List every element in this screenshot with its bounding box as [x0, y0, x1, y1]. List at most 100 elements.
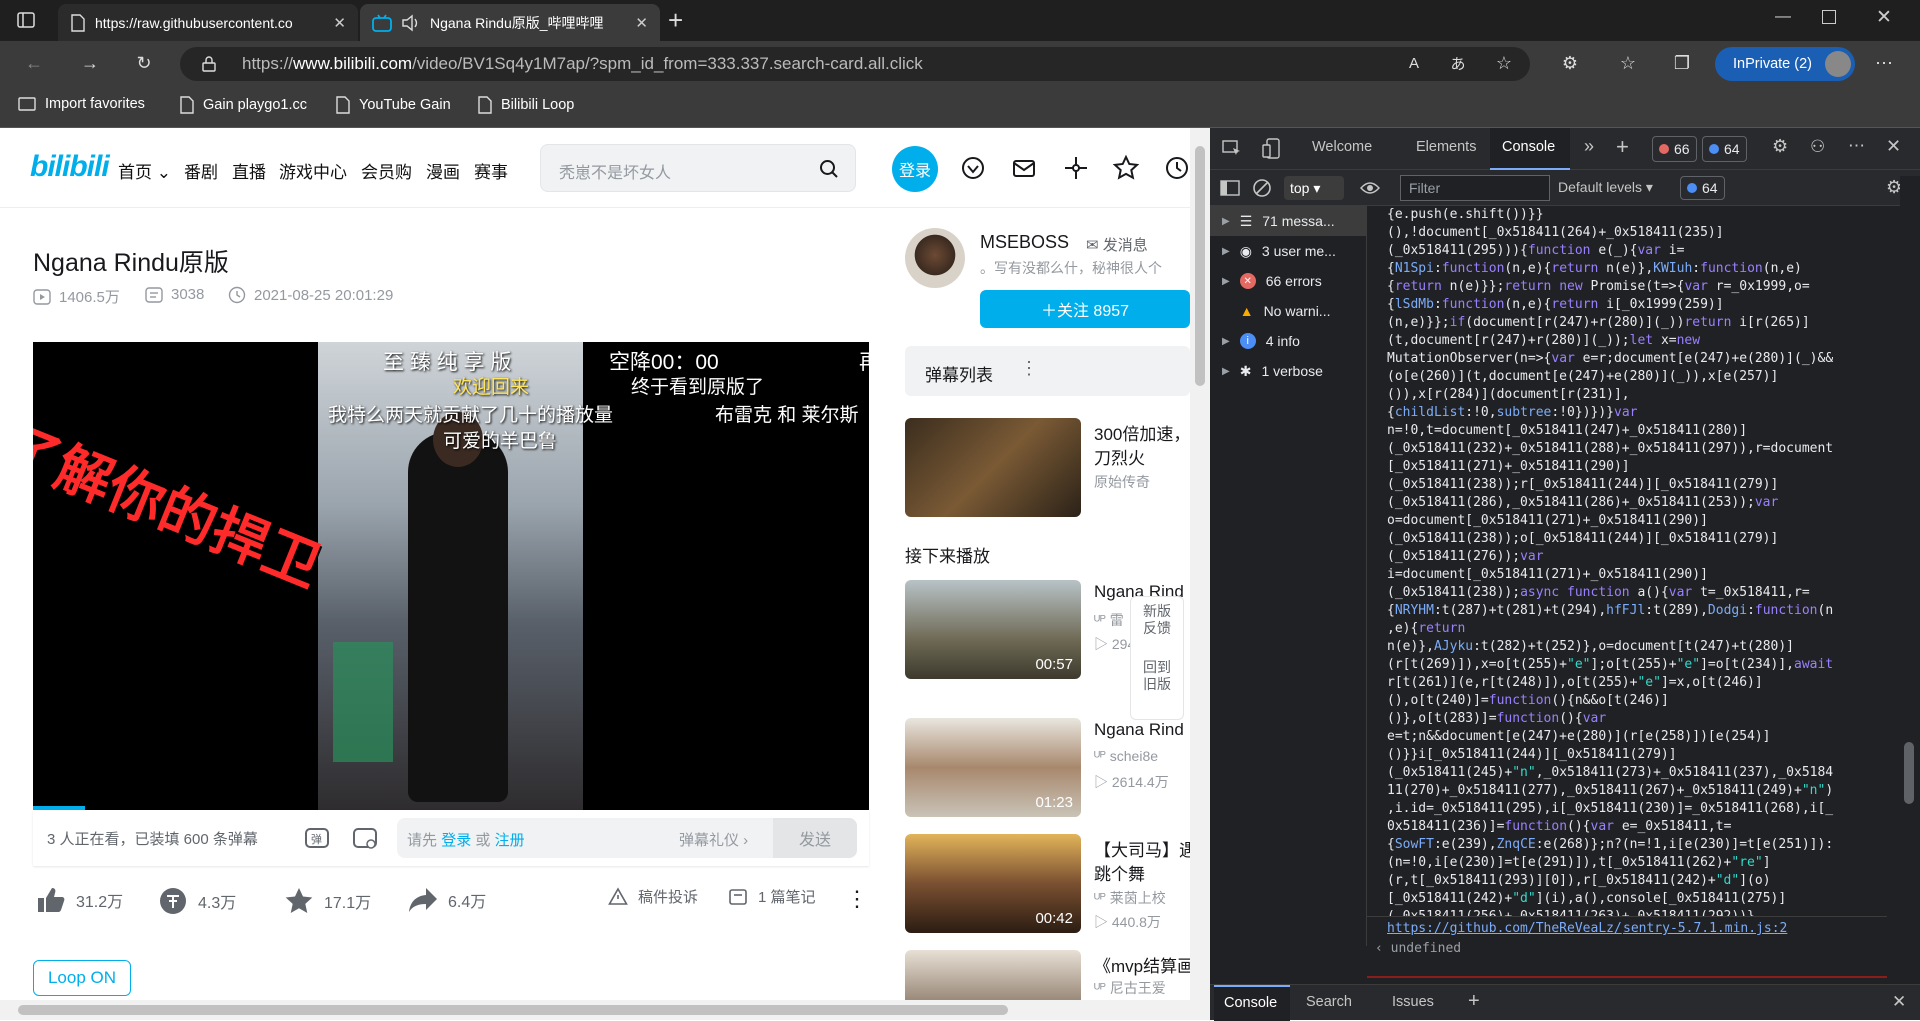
add-drawer-tab-icon[interactable]: + [1468, 990, 1480, 1013]
page-scrollbar-horizontal[interactable] [0, 1000, 1190, 1020]
favorite-import[interactable]: Import favorites [18, 96, 145, 112]
message-count-badge[interactable]: 64 [1702, 136, 1747, 162]
rec-uploader[interactable]: ᵁᴾ schei8e [1094, 748, 1190, 764]
rec-thumbnail[interactable] [905, 950, 1081, 1000]
more-actions-icon[interactable]: ⋮ [846, 886, 868, 912]
tab-github[interactable]: https://raw.githubusercontent.co ✕ [58, 4, 358, 41]
page-scrollbar-vertical[interactable] [1190, 128, 1210, 1020]
close-icon[interactable]: ✕ [635, 14, 648, 32]
sidebar-toggle-icon[interactable] [1220, 180, 1240, 196]
tab-welcome[interactable]: Welcome [1312, 139, 1372, 155]
rec-title[interactable]: 跳个舞 [1094, 860, 1190, 885]
nav-member-shop[interactable]: 会员购 [361, 158, 412, 183]
coin-button[interactable]: 4.3万 [158, 886, 236, 916]
share-button[interactable]: 6.4万 [408, 886, 486, 914]
search-icon[interactable] [819, 159, 839, 179]
rec-title[interactable]: 刀烈火 [1094, 444, 1190, 469]
close-icon[interactable]: ✕ [333, 14, 346, 32]
rec-thumbnail[interactable]: 00:57 [905, 580, 1081, 679]
close-window-button[interactable]: ✕ [1876, 6, 1892, 29]
favorite-button[interactable]: 17.1万 [284, 886, 371, 916]
nav-live[interactable]: 直播 [232, 158, 266, 183]
history-clock-icon[interactable] [1163, 154, 1191, 182]
rec-title[interactable]: Ngana Rind [1094, 720, 1190, 740]
search-input[interactable]: 秃崽不是坏女人 [559, 159, 671, 183]
sidebar-item-info[interactable]: ▶ i 4 info [1222, 326, 1300, 356]
eye-icon[interactable] [1360, 180, 1380, 196]
collections-icon[interactable]: ❐ [1668, 49, 1696, 77]
inprivate-button[interactable]: InPrivate (2) [1715, 47, 1855, 81]
source-file-link[interactable]: sentry-5.7.1.min.js:2 [1623, 921, 1787, 936]
report-button[interactable]: 稿件投诉 [608, 886, 698, 907]
rec-uploader[interactable]: ᵁᴾ 莱茵上校 [1094, 888, 1190, 908]
drawer-tab-issues[interactable]: Issues [1392, 994, 1434, 1010]
source-link[interactable]: https://github.com/TheReVeaLz/ [1387, 921, 1622, 936]
add-tab-icon[interactable]: + [1616, 134, 1629, 160]
lock-icon[interactable] [202, 56, 216, 72]
rec-uploader[interactable]: ᵁᴾ 尼古王爱 [1094, 978, 1190, 998]
refresh-icon[interactable]: ↻ [130, 49, 158, 77]
loop-on-button[interactable]: Loop ON [33, 960, 131, 996]
rec-title[interactable]: 《mvp结算画 [1094, 952, 1190, 977]
danmaku-toggle-icon[interactable]: 弹 [303, 824, 331, 852]
translate-icon[interactable]: あ [1444, 49, 1472, 77]
console-prompt-line[interactable] [1367, 976, 1887, 978]
uploader-name[interactable]: MSEBOSS [980, 232, 1069, 253]
tab-actions-icon[interactable] [16, 10, 36, 30]
device-emulation-icon[interactable] [1262, 138, 1282, 160]
follow-button[interactable]: ＋关注 8957 [980, 290, 1190, 328]
nav-anime[interactable]: 番剧 [184, 158, 218, 183]
drawer-tab-search[interactable]: Search [1306, 994, 1352, 1010]
nav-esports[interactable]: 赛事 [474, 158, 508, 183]
more-icon[interactable]: ⋯ [1870, 49, 1898, 77]
message-icon[interactable] [1010, 154, 1038, 182]
settings-gear-icon[interactable]: ⚙ [1772, 136, 1788, 157]
forward-icon[interactable]: → [76, 49, 104, 77]
scrollbar-thumb[interactable] [18, 1005, 1008, 1015]
more-tabs-icon[interactable]: » [1584, 136, 1594, 157]
close-devtools-icon[interactable]: ✕ [1886, 136, 1901, 157]
send-button[interactable]: 发送 [773, 818, 857, 858]
scrollbar-thumb[interactable] [1195, 146, 1205, 386]
read-aloud-icon[interactable]: A [1400, 49, 1428, 77]
sidebar-item-messages[interactable]: ▶ ☰ 71 messa... [1222, 206, 1335, 236]
favorite-playgo[interactable]: Gain playgo1.cc [180, 96, 307, 114]
add-favorite-icon[interactable]: ☆ [1490, 49, 1518, 77]
dynamic-icon[interactable] [1062, 154, 1090, 182]
back-to-old-version[interactable]: 回到 旧版 [1131, 659, 1183, 693]
address-input[interactable]: https://www.bilibili.com/video/BV1Sq4y1M… [180, 47, 1530, 81]
favorite-youtube[interactable]: YouTube Gain [336, 96, 451, 114]
new-version-feedback[interactable]: 新版 反馈 [1131, 603, 1183, 637]
speaker-icon[interactable] [401, 14, 421, 32]
bilibili-logo[interactable]: bilibili [30, 150, 110, 184]
nav-manga[interactable]: 漫画 [426, 158, 460, 183]
tab-elements[interactable]: Elements [1416, 139, 1476, 155]
video-player[interactable]: 了解你的捍卫 至 臻 纯 享 版 空降00：00 欢迎回来 终于看到原版了 我特… [33, 342, 869, 810]
error-count-badge[interactable]: 66 [1652, 136, 1697, 162]
vip-icon[interactable] [959, 154, 987, 182]
login-button[interactable]: 登录 [892, 146, 938, 192]
clear-console-icon[interactable] [1252, 178, 1272, 198]
extensions-icon[interactable]: ⚙ [1556, 49, 1584, 77]
notes-button[interactable]: 1 篇笔记 [728, 886, 816, 907]
sidebar-item-verbose[interactable]: ▶ ✱ 1 verbose [1222, 356, 1323, 386]
danmaku-register-link[interactable]: 注册 [495, 832, 525, 849]
rec-uploader[interactable]: 原始传奇 [1094, 472, 1190, 492]
sidebar-item-warnings[interactable]: ▶ ▲ No warni... [1222, 296, 1330, 326]
danmaku-list-panel[interactable]: 弹幕列表 ⋮ [905, 346, 1190, 396]
close-drawer-icon[interactable]: ✕ [1892, 992, 1906, 1012]
danmaku-settings-icon[interactable] [351, 824, 379, 852]
favorites-icon[interactable]: ☆ [1614, 49, 1642, 77]
context-select[interactable]: top ▾ [1284, 176, 1344, 200]
console-scrollbar[interactable] [1900, 176, 1920, 976]
sidebar-item-user-messages[interactable]: ▶ ◉ 3 user me... [1222, 236, 1336, 266]
favorite-bilibili-loop[interactable]: Bilibili Loop [478, 96, 574, 114]
issues-badge[interactable]: 64 [1680, 176, 1725, 200]
rec-thumbnail[interactable]: 01:23 [905, 718, 1081, 817]
more-options-icon[interactable]: ⋯ [1848, 136, 1865, 156]
nav-home[interactable]: 首页 ⌄ [118, 158, 171, 183]
new-tab-button[interactable]: + [668, 6, 683, 34]
log-levels-dropdown[interactable]: Default levels ▾ [1558, 179, 1653, 196]
danmaku-list-more-icon[interactable]: ⋮ [1020, 358, 1038, 379]
scrollbar-thumb[interactable] [1904, 742, 1914, 804]
